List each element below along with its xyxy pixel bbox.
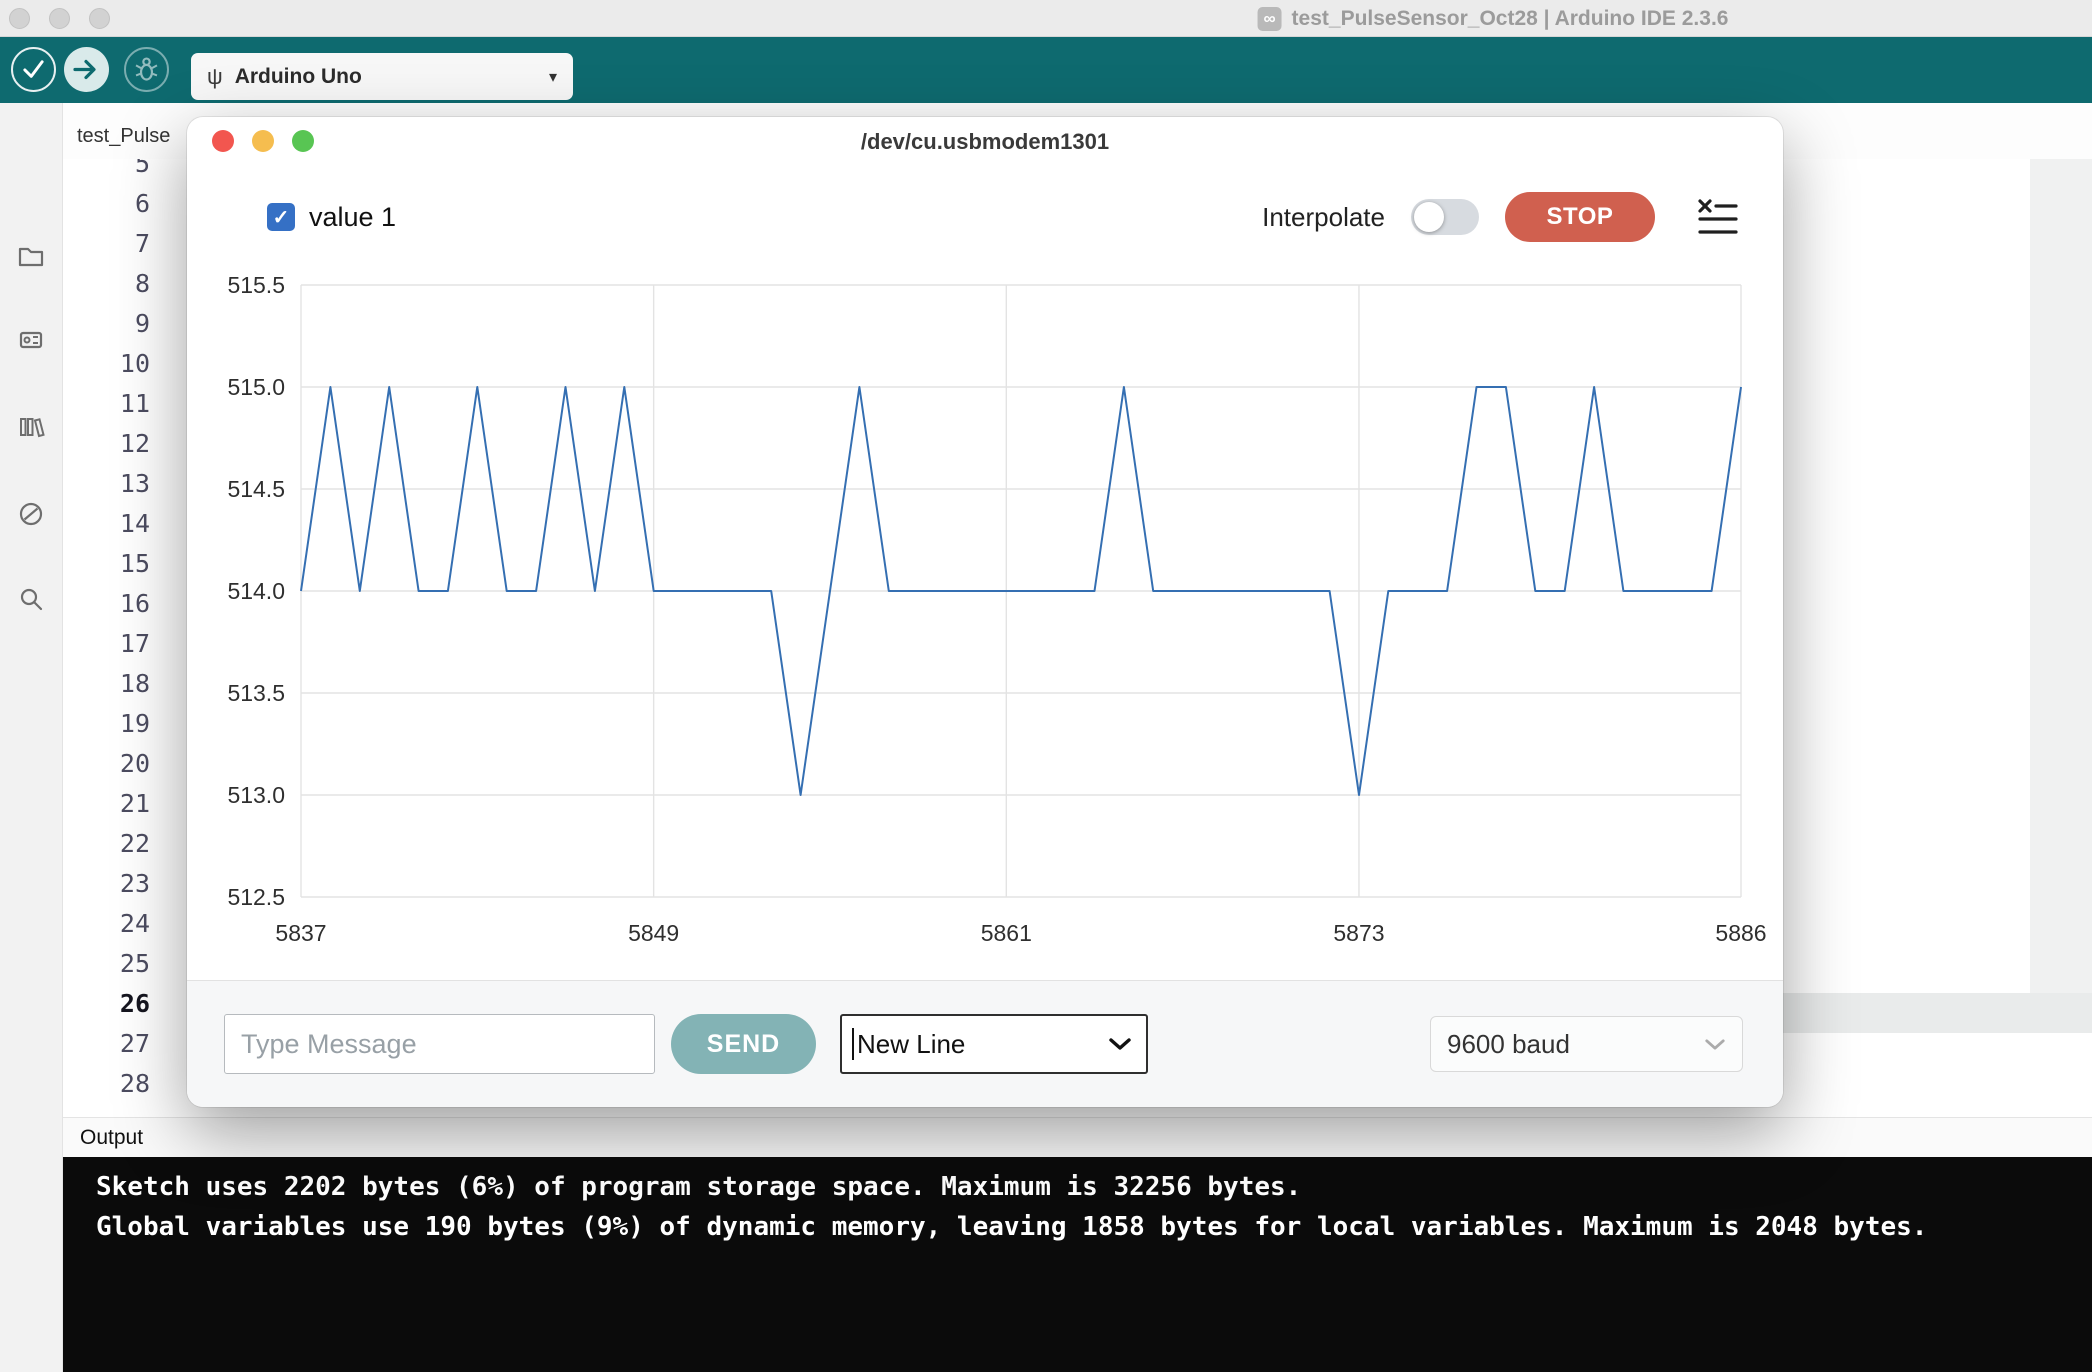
upload-button[interactable]	[64, 47, 109, 92]
series-checkbox[interactable]: ✓	[267, 203, 295, 231]
debug-button[interactable]	[124, 47, 169, 92]
serial-plotter-window: /dev/cu.usbmodem1301 ✓ value 1 Interpola…	[187, 117, 1783, 1107]
line-number: 20	[63, 744, 150, 784]
message-input[interactable]	[224, 1014, 655, 1074]
console-line: Global variables use 190 bytes (9%) of d…	[96, 1207, 2092, 1247]
serial-plot-svg: 512.5 513.0 513.5 514.0 514.5 515.0 515.5 5837 5…	[201, 269, 1781, 975]
svg-text:515.5: 515.5	[227, 272, 285, 298]
stop-button[interactable]: STOP	[1505, 192, 1655, 242]
series-legend: ✓ value 1	[267, 202, 396, 233]
titlebar: ∞ test_PulseSensor_Oct28 | Arduino IDE 2…	[0, 0, 2092, 37]
board-selector-label: Arduino Uno	[235, 65, 537, 89]
line-number: 16	[63, 584, 150, 624]
right-arrow-icon	[64, 47, 109, 92]
app-icon: ∞	[1258, 7, 1282, 31]
line-number: 8	[63, 264, 150, 304]
output-panel-title: Output	[80, 1118, 143, 1158]
window-zoom-button[interactable]	[89, 8, 110, 29]
console-line: Sketch uses 2202 bytes (6%) of program s…	[96, 1167, 2092, 1207]
toolbar: ψ Arduino Uno ▾	[0, 37, 2092, 103]
board-selector[interactable]: ψ Arduino Uno ▾	[191, 53, 573, 100]
window-title: ∞ test_PulseSensor_Oct28 | Arduino IDE 2…	[1258, 0, 1729, 37]
line-number: 14	[63, 504, 150, 544]
line-number: 21	[63, 784, 150, 824]
chevron-down-icon	[1704, 1038, 1726, 1051]
line-ending-dropdown[interactable]: New Line	[840, 1014, 1148, 1074]
baud-rate-dropdown[interactable]: 9600 baud	[1430, 1016, 1743, 1072]
line-number: 17	[63, 624, 150, 664]
serial-plot-chart: 512.5 513.0 513.5 514.0 514.5 515.0 515.5 5837 5…	[201, 269, 1781, 975]
serial-port-title: /dev/cu.usbmodem1301	[187, 117, 1783, 167]
line-ending-value: New Line	[857, 1029, 1108, 1060]
svg-text:5837: 5837	[275, 920, 326, 946]
line-number: 19	[63, 704, 150, 744]
interpolate-toggle[interactable]	[1411, 199, 1479, 235]
clear-chart-icon[interactable]	[1697, 198, 1739, 236]
serial-plotter-titlebar: /dev/cu.usbmodem1301	[187, 117, 1783, 162]
line-number: 13	[63, 464, 150, 504]
line-number: 15	[63, 544, 150, 584]
editor-minimap-gutter[interactable]	[2030, 103, 2092, 1027]
text-cursor	[852, 1028, 854, 1060]
line-numbers: 5678910111213141516171819202122232425262…	[63, 144, 150, 1104]
tab-sketch[interactable]: test_Pulse	[77, 125, 170, 148]
line-number: 9	[63, 304, 150, 344]
svg-text:515.0: 515.0	[227, 374, 285, 400]
activity-sidebar	[0, 103, 63, 1372]
line-number: 18	[63, 664, 150, 704]
svg-text:514.0: 514.0	[227, 578, 285, 604]
series-label: value 1	[309, 202, 396, 233]
boards-manager-icon[interactable]	[16, 325, 46, 355]
search-icon[interactable]	[16, 584, 46, 614]
svg-text:5861: 5861	[981, 920, 1032, 946]
plotter-bottom-bar: SEND New Line 9600 baud	[187, 980, 1783, 1107]
line-number: 12	[63, 424, 150, 464]
line-number: 24	[63, 904, 150, 944]
svg-text:5849: 5849	[628, 920, 679, 946]
line-number: 23	[63, 864, 150, 904]
chevron-down-icon: ▾	[549, 67, 557, 87]
svg-text:513.0: 513.0	[227, 782, 285, 808]
svg-text:512.5: 512.5	[227, 884, 285, 910]
svg-text:5873: 5873	[1333, 920, 1384, 946]
svg-text:514.5: 514.5	[227, 476, 285, 502]
library-manager-icon[interactable]	[16, 412, 46, 442]
chevron-down-icon	[1108, 1037, 1132, 1051]
plotter-actions: Interpolate STOP	[1262, 192, 1739, 242]
plotter-controls-row: ✓ value 1 Interpolate STOP	[267, 189, 1739, 245]
line-number: 6	[63, 184, 150, 224]
line-number: 28	[63, 1064, 150, 1104]
window-close-button[interactable]	[9, 8, 30, 29]
editor-horizontal-scrollbar[interactable]	[1783, 993, 2092, 1033]
console-output: Sketch uses 2202 bytes (6%) of program s…	[63, 1157, 2092, 1372]
line-number: 26	[63, 984, 150, 1024]
svg-text:513.5: 513.5	[227, 680, 285, 706]
bug-icon	[126, 47, 167, 92]
svg-text:5886: 5886	[1715, 920, 1766, 946]
debug-icon[interactable]	[16, 499, 46, 529]
send-button[interactable]: SEND	[671, 1014, 816, 1074]
window-title-text: test_PulseSensor_Oct28 | Arduino IDE 2.3…	[1292, 7, 1729, 31]
line-number: 25	[63, 944, 150, 984]
output-panel-header: Output	[63, 1117, 2092, 1157]
interpolate-label: Interpolate	[1262, 202, 1385, 233]
verify-button[interactable]	[11, 47, 56, 92]
baud-rate-value: 9600 baud	[1447, 1029, 1704, 1060]
line-number: 11	[63, 384, 150, 424]
check-icon	[13, 47, 54, 92]
line-number: 10	[63, 344, 150, 384]
line-number: 22	[63, 824, 150, 864]
usb-icon: ψ	[207, 64, 223, 90]
line-number: 27	[63, 1024, 150, 1064]
sketchbook-folder-icon[interactable]	[16, 241, 46, 271]
line-number: 7	[63, 224, 150, 264]
window-minimize-button[interactable]	[49, 8, 70, 29]
toggle-knob	[1414, 202, 1444, 232]
